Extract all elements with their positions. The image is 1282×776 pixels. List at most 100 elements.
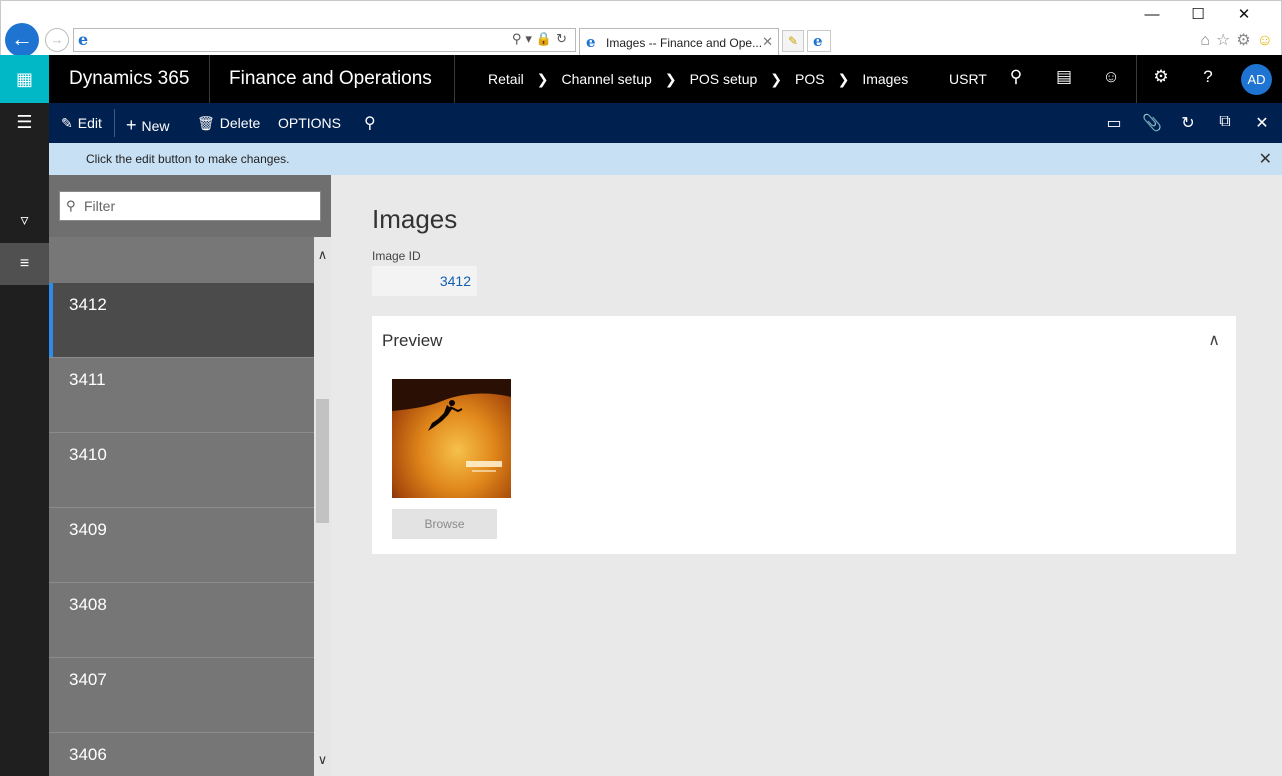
- edit-button[interactable]: ✎ Edit: [61, 115, 102, 132]
- details-pane: Images Image ID 3412 Preview ∧ Browse: [331, 175, 1282, 776]
- ie-logo-icon: e: [78, 30, 89, 49]
- product-name[interactable]: Dynamics 365: [69, 68, 189, 90]
- list-item[interactable]: 3410: [49, 432, 314, 507]
- chevron-right-icon: ❯: [770, 71, 782, 87]
- company-picker[interactable]: USRT: [949, 71, 987, 87]
- message-bar: Click the edit button to make changes. ✕: [49, 143, 1282, 175]
- new-button[interactable]: + New: [126, 115, 170, 136]
- options-label: OPTIONS: [278, 115, 342, 131]
- list-item-selected[interactable]: 3412: [49, 283, 314, 358]
- browse-button[interactable]: Browse: [392, 509, 497, 539]
- filter-input[interactable]: [84, 196, 314, 216]
- action-divider: [114, 109, 115, 137]
- list-item[interactable]: 3406: [49, 732, 314, 776]
- chevron-right-icon: ❯: [837, 71, 850, 87]
- browser-tab[interactable]: e Images -- Finance and Ope... ✕: [579, 28, 779, 56]
- scroll-thumb[interactable]: [316, 399, 329, 523]
- refresh-icon[interactable]: ↻: [1176, 113, 1200, 133]
- top-navigation: ▦ Dynamics 365 Finance and Operations Re…: [0, 55, 1282, 103]
- nav-divider: [454, 55, 455, 103]
- climber-silhouette: [392, 379, 511, 472]
- settings-icon[interactable]: ⚙: [1236, 32, 1250, 49]
- hamburger-menu-icon[interactable]: ☰: [0, 103, 49, 143]
- close-page-icon[interactable]: ✕: [1250, 113, 1274, 133]
- plus-icon: +: [126, 115, 137, 135]
- trash-icon: 🗑: [197, 115, 215, 131]
- action-pane: ☰ ✎ Edit + New 🗑 Delete OPTIONS ⚲ ▭ 📎 ↻ ⧉ ✕: [0, 103, 1282, 143]
- list-item-label: 3407: [69, 670, 107, 689]
- browser-toolbar-icons: ⌂ ☆ ⚙ ☺: [1194, 30, 1273, 50]
- list-scrollbar[interactable]: ∧ ∨: [314, 237, 331, 776]
- preview-header[interactable]: Preview: [382, 331, 442, 351]
- chevron-right-icon: ❯: [664, 71, 677, 87]
- favorites-icon[interactable]: ☆: [1216, 32, 1230, 49]
- search-icon[interactable]: ⚲: [1004, 67, 1028, 87]
- chevron-right-icon: ❯: [536, 71, 549, 87]
- browser-chrome: ← → e ⚲▾🔒↻ e Images -- Finance and Ope..…: [0, 0, 1282, 57]
- preview-fasttab: Preview ∧ Browse: [372, 316, 1236, 554]
- scroll-down-icon[interactable]: ∨: [314, 752, 331, 768]
- delete-button[interactable]: 🗑 Delete: [197, 115, 260, 132]
- edge-button[interactable]: e: [807, 30, 831, 52]
- office-icon[interactable]: ▭: [1102, 113, 1126, 133]
- open-new-window-icon[interactable]: ⧉: [1213, 113, 1237, 131]
- list-item-label: 3408: [69, 595, 107, 614]
- nav-divider: [1136, 55, 1137, 103]
- breadcrumb-retail[interactable]: Retail: [488, 71, 524, 87]
- list-item[interactable]: 3407: [49, 657, 314, 732]
- feedback-smiley-icon[interactable]: ☺: [1099, 67, 1123, 87]
- smiley-icon[interactable]: ☺: [1257, 32, 1273, 49]
- options-button[interactable]: OPTIONS: [278, 115, 341, 131]
- list-item[interactable]: 3409: [49, 507, 314, 582]
- list-item-label: 3409: [69, 520, 107, 539]
- action-search-icon[interactable]: ⚲: [364, 113, 376, 133]
- breadcrumb-pos-setup[interactable]: POS setup: [690, 71, 758, 87]
- chevron-up-icon[interactable]: ∧: [1208, 330, 1220, 350]
- address-bar[interactable]: e ⚲▾🔒↻: [73, 28, 576, 52]
- filter-search-icon: ⚲: [66, 198, 76, 213]
- address-bar-icons[interactable]: ⚲▾🔒↻: [512, 31, 571, 47]
- breadcrumb-channel-setup[interactable]: Channel setup: [562, 71, 652, 87]
- new-label: New: [141, 118, 170, 134]
- forward-button[interactable]: →: [45, 28, 69, 52]
- list-item-label: 3411: [69, 370, 106, 389]
- close-tab-icon[interactable]: ✕: [762, 34, 773, 50]
- list-header: [49, 237, 314, 283]
- help-icon[interactable]: ?: [1196, 67, 1220, 87]
- back-button[interactable]: ←: [5, 23, 39, 57]
- close-message-icon[interactable]: ✕: [1259, 149, 1272, 169]
- close-window-icon[interactable]: ✕: [1221, 5, 1267, 23]
- window-controls: — ☐ ✕: [1129, 5, 1267, 23]
- list-item[interactable]: 3411: [49, 357, 314, 432]
- image-id-field[interactable]: 3412: [372, 266, 477, 296]
- left-rail: ▿ ≡: [0, 143, 49, 776]
- preview-image: [392, 379, 511, 498]
- filter-field[interactable]: ⚲: [59, 191, 321, 221]
- user-avatar[interactable]: AD: [1241, 64, 1272, 95]
- info-message: Click the edit button to make changes.: [86, 152, 290, 166]
- edit-label: Edit: [77, 115, 102, 131]
- image-id-label: Image ID: [372, 249, 421, 263]
- home-icon[interactable]: ⌂: [1200, 32, 1210, 49]
- new-tab-button[interactable]: ✎: [782, 30, 804, 52]
- list-item-label: 3410: [69, 445, 107, 464]
- list-item[interactable]: 3408: [49, 582, 314, 657]
- page-title: Images: [372, 204, 458, 234]
- module-name: Finance and Operations: [229, 68, 432, 89]
- message-icon[interactable]: ▤: [1052, 67, 1076, 87]
- delete-label: Delete: [219, 115, 261, 131]
- pencil-icon: ✎: [61, 115, 73, 131]
- list-pane: ⚲ 3412 3411 3410 3409 3408 3407 3406 ∧ ∨: [49, 175, 331, 776]
- browser-tab-title: Images -- Finance and Ope...: [606, 36, 763, 50]
- minimize-icon[interactable]: —: [1129, 6, 1175, 23]
- filter-funnel-icon[interactable]: ▿: [0, 200, 49, 242]
- settings-gear-icon[interactable]: ⚙: [1149, 67, 1173, 87]
- breadcrumb-images[interactable]: Images: [862, 71, 908, 87]
- breadcrumb-pos[interactable]: POS: [795, 71, 825, 87]
- nav-divider: [209, 55, 210, 103]
- maximize-icon[interactable]: ☐: [1175, 5, 1221, 23]
- scroll-up-icon[interactable]: ∧: [314, 247, 331, 263]
- list-view-icon[interactable]: ≡: [0, 243, 49, 285]
- attachment-icon[interactable]: 📎: [1140, 113, 1164, 133]
- app-launcher-icon[interactable]: ▦: [0, 55, 49, 103]
